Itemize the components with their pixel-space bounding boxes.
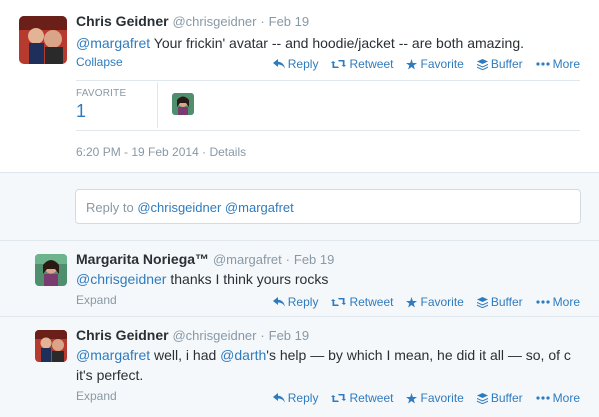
tweet-header: Chris Geidner @chrisgeidner · Feb 19: [76, 327, 309, 343]
reply-icon: [272, 59, 285, 69]
reply-label: Reply: [287, 295, 319, 309]
reply-placeholder-prefix: Reply to: [86, 200, 138, 215]
favorite-label: Favorite: [420, 295, 464, 309]
tweet-header: Chris Geidner @chrisgeidner · Feb 19: [76, 13, 309, 29]
favorite-button[interactable]: Favorite: [406, 57, 464, 71]
mention-link[interactable]: @chrisgeidner: [76, 271, 166, 287]
favoriter-avatar[interactable]: [172, 93, 194, 115]
tweet-timestamp-row: 6:20 PM - 19 Feb 2014 · Details: [76, 145, 246, 159]
tweet-actions: Reply Retweet Favorite Buffer More: [260, 391, 580, 405]
divider: [76, 130, 580, 131]
timestamp-separator: ·: [202, 145, 207, 159]
star-icon: [406, 296, 418, 307]
retweet-icon: [331, 298, 347, 306]
reply-button[interactable]: Reply: [272, 57, 319, 71]
buffer-label: Buffer: [490, 295, 523, 309]
reply-label: Reply: [287, 391, 319, 405]
reply-tweet[interactable]: Chris Geidner @chrisgeidner · Feb 19 @ma…: [0, 316, 599, 417]
date-separator: ·: [285, 252, 290, 267]
more-label: More: [552, 57, 580, 71]
retweet-label: Retweet: [349, 391, 394, 405]
favorite-button[interactable]: Favorite: [406, 391, 464, 405]
author-name[interactable]: Chris Geidner: [76, 327, 169, 343]
tweet-body: Your frickin' avatar -- and hoodie/jacke…: [150, 35, 524, 51]
buffer-button[interactable]: Buffer: [476, 57, 523, 71]
date-separator: ·: [260, 14, 265, 29]
reply-placeholder-mentions: @chrisgeidner @margafret: [137, 200, 294, 215]
avatar[interactable]: [35, 330, 67, 362]
buffer-label: Buffer: [490, 57, 523, 71]
more-icon: [536, 300, 550, 304]
author-name[interactable]: Chris Geidner: [76, 13, 169, 29]
more-label: More: [552, 295, 580, 309]
mention-link[interactable]: @darth: [220, 347, 266, 363]
tweet-text-line2: it's perfect.: [76, 367, 144, 383]
star-icon: [406, 58, 418, 69]
avatar[interactable]: [19, 16, 67, 64]
reply-button[interactable]: Reply: [272, 295, 319, 309]
tweet-body: thanks I think yours rocks: [166, 271, 329, 287]
mention-link[interactable]: @margafret: [76, 347, 150, 363]
author-handle[interactable]: @chrisgeidner: [172, 14, 256, 29]
retweet-icon: [331, 60, 347, 68]
buffer-icon: [476, 296, 488, 308]
buffer-button[interactable]: Buffer: [476, 295, 523, 309]
tweet-date[interactable]: Feb 19: [294, 252, 334, 267]
buffer-icon: [476, 58, 488, 70]
author-name[interactable]: Margarita Noriega™: [76, 251, 209, 267]
more-label: More: [552, 391, 580, 405]
more-icon: [536, 62, 550, 66]
reply-button[interactable]: Reply: [272, 391, 319, 405]
stat-divider: [157, 82, 158, 128]
expand-link[interactable]: Expand: [76, 293, 117, 307]
favorite-label: Favorite: [420, 57, 464, 71]
tweet-text: @chrisgeidner thanks I think yours rocks: [76, 271, 328, 287]
tweet-actions: Reply Retweet Favorite Buffer More: [260, 57, 580, 71]
divider: [76, 80, 580, 81]
tweet-header: Margarita Noriega™ @margafret · Feb 19: [76, 251, 334, 267]
mention-link[interactable]: @margafret: [76, 35, 150, 51]
favorite-stat[interactable]: FAVORITE 1: [76, 88, 126, 122]
more-icon: [536, 396, 550, 400]
author-handle[interactable]: @chrisgeidner: [172, 328, 256, 343]
tweet-date[interactable]: Feb 19: [269, 14, 309, 29]
retweet-button[interactable]: Retweet: [331, 57, 393, 71]
reply-icon: [272, 393, 285, 403]
tweet-body: well, i had: [150, 347, 221, 363]
tweet-body: 's help — by which I mean, he did it all…: [266, 347, 571, 363]
favorite-label: Favorite: [420, 391, 464, 405]
buffer-label: Buffer: [490, 391, 523, 405]
tweet-text: @margafret well, i had @darth's help — b…: [76, 347, 596, 363]
retweet-label: Retweet: [349, 295, 394, 309]
tweet-date[interactable]: Feb 19: [269, 328, 309, 343]
tweet-actions: Reply Retweet Favorite Buffer More: [260, 295, 580, 309]
collapse-link[interactable]: Collapse: [76, 55, 123, 69]
favorite-button[interactable]: Favorite: [406, 295, 464, 309]
reply-tweet[interactable]: Margarita Noriega™ @margafret · Feb 19 @…: [0, 240, 599, 316]
more-button[interactable]: More: [536, 57, 580, 71]
star-icon: [406, 392, 418, 403]
author-handle[interactable]: @margafret: [213, 252, 282, 267]
reply-label: Reply: [287, 57, 319, 71]
more-button[interactable]: More: [536, 295, 580, 309]
main-tweet: Chris Geidner @chrisgeidner · Feb 19 @ma…: [0, 0, 599, 172]
retweet-label: Retweet: [349, 57, 394, 71]
date-separator: ·: [260, 328, 265, 343]
retweet-icon: [331, 394, 347, 402]
tweet-text: @margafret Your frickin' avatar -- and h…: [76, 35, 524, 51]
expand-link[interactable]: Expand: [76, 389, 117, 403]
more-button[interactable]: More: [536, 391, 580, 405]
stat-count: 1: [76, 101, 87, 121]
tweet-timestamp[interactable]: 6:20 PM - 19 Feb 2014: [76, 145, 199, 159]
retweet-button[interactable]: Retweet: [331, 391, 393, 405]
stat-label: FAVORITE: [76, 88, 127, 99]
reply-input[interactable]: Reply to @chrisgeidner @margafret: [75, 189, 581, 224]
buffer-icon: [476, 392, 488, 404]
reply-icon: [272, 297, 285, 307]
details-link[interactable]: Details: [209, 145, 246, 159]
retweet-button[interactable]: Retweet: [331, 295, 393, 309]
buffer-button[interactable]: Buffer: [476, 391, 523, 405]
avatar[interactable]: [35, 254, 67, 286]
